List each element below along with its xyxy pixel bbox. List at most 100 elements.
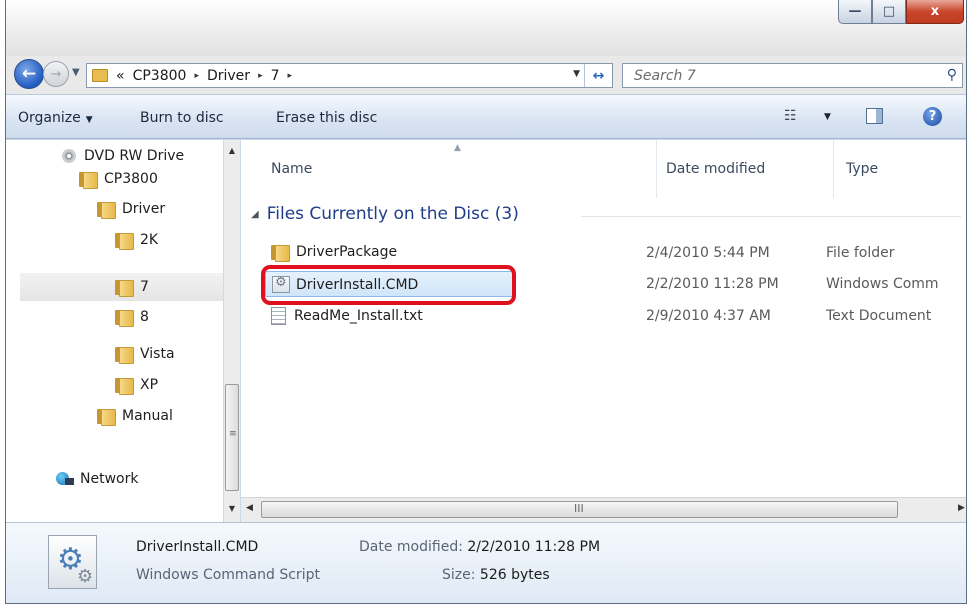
breadcrumb-7[interactable]: 7 <box>271 68 280 84</box>
scroll-thumb[interactable]: ≡ <box>225 384 239 491</box>
nav-pane-vertical-scrollbar[interactable]: ▲ ≡ ▼ <box>223 140 240 522</box>
organize-button[interactable]: Organize ▼ <box>18 110 93 126</box>
cmd-script-large-icon <box>48 535 97 589</box>
tree-item-label: CP3800 <box>104 171 158 187</box>
breadcrumb-driver[interactable]: Driver <box>207 68 250 84</box>
help-icon[interactable]: ? <box>923 107 942 126</box>
folder-icon <box>115 377 134 395</box>
organize-label: Organize <box>18 110 81 126</box>
erase-disc-button[interactable]: Erase this disc <box>276 110 377 126</box>
file-date: 2/2/2010 11:28 PM <box>646 276 779 292</box>
scroll-right-icon[interactable]: ▶ <box>958 503 965 513</box>
scroll-up-icon[interactable]: ▲ <box>224 142 240 159</box>
search-input[interactable] <box>632 66 932 85</box>
folder-icon <box>115 346 134 364</box>
minimize-button[interactable]: — <box>838 0 872 24</box>
network-icon <box>56 472 74 486</box>
forward-button[interactable]: → <box>43 61 69 87</box>
command-bar: Organize ▼ Burn to disc Erase this disc ☷… <box>6 94 966 139</box>
tree-item-label: XP <box>140 377 159 393</box>
column-header-type[interactable]: Type <box>846 161 878 177</box>
breadcrumb-overflow[interactable]: « <box>116 68 125 84</box>
close-button[interactable]: x <box>906 0 964 24</box>
tree-item-label: Manual <box>122 408 173 424</box>
address-dropdown-icon[interactable]: ▼ <box>573 69 580 79</box>
folder-icon <box>115 279 134 297</box>
dvd-drive-icon <box>62 149 76 163</box>
file-type: Text Document <box>826 308 932 324</box>
tree-item-label: 7 <box>140 279 149 295</box>
chevron-down-icon: ▼ <box>85 115 93 125</box>
tree-item-label: Driver <box>122 201 166 217</box>
back-button[interactable]: ← <box>14 59 44 89</box>
maximize-button[interactable]: □ <box>872 0 906 24</box>
details-pane: DriverInstall.CMD Windows Command Script… <box>6 522 966 603</box>
file-type: Windows Comm <box>826 276 939 292</box>
refresh-icon[interactable]: ↔ <box>584 64 612 87</box>
group-title: Files Currently on the Disc (3) <box>266 204 519 224</box>
file-list-pane: ▲ Name Date modified Type ◢ Files Curren… <box>241 140 966 522</box>
navigation-row: ← → ▼ « CP3800 ▸ Driver ▸ 7 ▸ ▼ ↔ ⚲ <box>6 56 966 94</box>
scroll-grip-icon: ≡ <box>229 429 237 439</box>
address-bar[interactable]: « CP3800 ▸ Driver ▸ 7 ▸ ▼ ↔ <box>86 63 613 88</box>
group-header[interactable]: ◢ Files Currently on the Disc (3) <box>251 204 519 224</box>
file-row-readme[interactable]: ReadMe_Install.txt 2/9/2010 4:37 AM Text… <box>261 303 966 329</box>
file-date: 2/4/2010 5:44 PM <box>646 245 770 261</box>
column-header-date[interactable]: Date modified <box>666 161 765 177</box>
folder-icon <box>97 408 116 426</box>
folder-icon <box>271 244 290 262</box>
tree-item-7[interactable]: 7 <box>20 273 226 301</box>
tree-item-label: Vista <box>140 346 175 362</box>
folder-icon <box>79 171 98 189</box>
file-name: DriverPackage <box>296 244 398 260</box>
column-divider[interactable] <box>833 140 834 198</box>
column-header-row: ▲ Name Date modified Type <box>241 140 966 198</box>
tree-item-label: Network <box>80 471 139 487</box>
file-name: ReadMe_Install.txt <box>294 308 423 324</box>
collapse-triangle-icon[interactable]: ◢ <box>251 209 259 220</box>
group-divider <box>581 216 961 217</box>
file-row-driverpackage[interactable]: DriverPackage 2/4/2010 5:44 PM File fold… <box>261 240 966 266</box>
folder-icon <box>92 69 108 82</box>
details-file-name: DriverInstall.CMD <box>136 539 259 555</box>
breadcrumb-arrow-icon[interactable]: ▸ <box>288 71 293 81</box>
breadcrumb-cp3800[interactable]: CP3800 <box>133 68 187 84</box>
view-options-icon[interactable]: ☷ <box>784 108 797 124</box>
burn-to-disc-button[interactable]: Burn to disc <box>140 110 224 126</box>
recent-pages-chevron-icon[interactable]: ▼ <box>72 67 80 78</box>
scroll-thumb[interactable]: III <box>261 501 898 518</box>
date-modified-value: 2/2/2010 11:28 PM <box>467 539 601 555</box>
date-modified-label: Date modified: <box>359 539 463 555</box>
scroll-grip-icon: III <box>574 502 584 515</box>
navigation-pane: DVD RW Drive CP3800 Driver 2K 7 8 Vista <box>6 140 240 522</box>
search-icon[interactable]: ⚲ <box>947 67 957 83</box>
chevron-down-icon[interactable]: ▼ <box>824 112 831 122</box>
file-list-horizontal-scrollbar[interactable]: ◀ III ▶ <box>241 497 966 522</box>
text-file-icon <box>271 307 286 325</box>
search-box[interactable]: ⚲ <box>622 63 963 88</box>
red-highlight-annotation <box>261 265 516 305</box>
breadcrumb-arrow-icon[interactable]: ▸ <box>258 71 263 81</box>
folder-icon <box>115 309 134 327</box>
tree-item-label: 2K <box>140 232 159 248</box>
file-date: 2/9/2010 4:37 AM <box>646 308 771 324</box>
folder-icon <box>97 201 116 219</box>
explorer-window: — □ x ← → ▼ « CP3800 ▸ Driver ▸ 7 ▸ ▼ ↔ … <box>5 0 967 604</box>
details-size: Size: 526 bytes <box>442 567 550 583</box>
sort-ascending-icon: ▲ <box>454 143 461 153</box>
tree-item-label: 8 <box>140 309 149 325</box>
scroll-down-icon[interactable]: ▼ <box>224 500 240 517</box>
details-file-type: Windows Command Script <box>136 567 320 583</box>
breadcrumb-arrow-icon[interactable]: ▸ <box>194 71 199 81</box>
file-name-cell: DriverPackage <box>271 244 398 262</box>
column-divider[interactable] <box>656 140 657 198</box>
preview-pane-icon[interactable] <box>866 108 883 124</box>
folder-icon <box>115 232 134 250</box>
title-bar: — □ x <box>6 0 966 56</box>
details-date-modified: Date modified: 2/2/2010 11:28 PM <box>359 539 600 555</box>
scroll-left-icon[interactable]: ◀ <box>246 503 253 513</box>
file-name-cell: ReadMe_Install.txt <box>271 307 423 325</box>
size-value: 526 bytes <box>479 567 550 583</box>
column-header-name[interactable]: Name <box>271 161 312 177</box>
file-type: File folder <box>826 245 895 261</box>
